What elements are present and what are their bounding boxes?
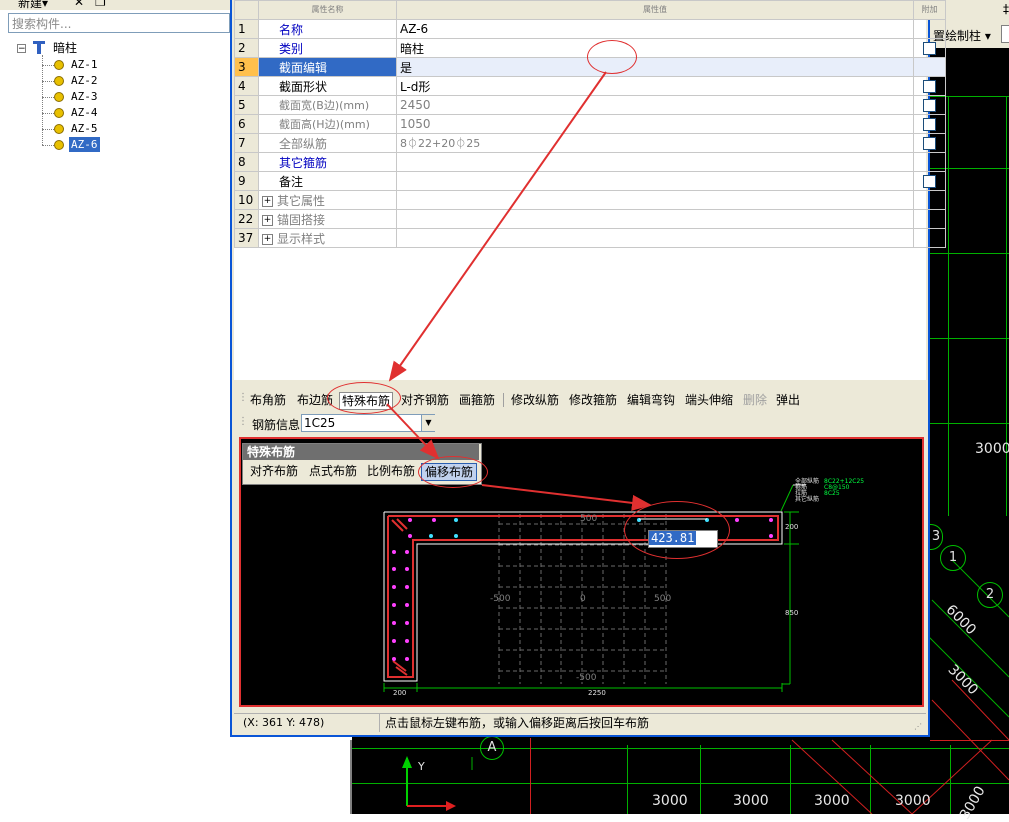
corner-rebar-button[interactable]: 布角筋 — [250, 392, 286, 408]
annotation-ellipse — [327, 382, 401, 414]
annotation-ellipse — [418, 456, 488, 488]
attach-checkbox[interactable] — [923, 42, 936, 55]
table-row[interactable]: 6 截面高(H边)(mm) 1050 — [234, 114, 946, 134]
dim-label: 3000 — [975, 441, 1009, 457]
axis-bubble: 2 — [977, 582, 1003, 608]
status-message: 点击鼠标左键布筋，或输入偏移距离后按回车布筋 — [385, 716, 650, 730]
annotation-ellipse — [587, 40, 637, 74]
component-icon — [54, 140, 64, 150]
rebar-info-label: 钢筋信息 — [252, 418, 301, 432]
chevron-down-icon[interactable]: ▼ — [421, 415, 435, 431]
dim-label: 3000 — [895, 793, 931, 809]
rebar-legend-values: 8C22+12C25 C8@150 8C25 — [824, 478, 865, 497]
header-name: 属性名称 — [258, 0, 397, 20]
edit-longitudinal-button[interactable]: 修改纵筋 — [511, 392, 559, 408]
toolbar-grip: ⋮ — [238, 416, 248, 427]
header-num — [234, 0, 259, 20]
attach-checkbox[interactable] — [923, 137, 936, 150]
annotation-ellipse — [624, 501, 730, 559]
edit-stirrup-button[interactable]: 修改箍筋 — [569, 392, 617, 408]
table-row-group[interactable]: 37 + 显示样式 — [234, 228, 946, 248]
component-icon — [54, 92, 64, 102]
component-icon — [54, 124, 64, 134]
table-row-group[interactable]: 10 + 其它属性 — [234, 190, 946, 210]
tree-item[interactable]: AZ-4 — [71, 105, 98, 120]
table-row[interactable]: 5 截面宽(B边)(mm) 2450 — [234, 95, 946, 115]
attach-checkbox[interactable] — [923, 118, 936, 131]
cursor-coords: (X: 361 Y: 478) — [243, 716, 325, 729]
grid-label: 500 — [654, 594, 672, 604]
align-rebar-button[interactable]: 对齐钢筋 — [401, 392, 449, 408]
component-icon — [54, 60, 64, 70]
tree-item-selected[interactable]: AZ-6 — [69, 137, 100, 152]
copy-icon[interactable]: ❐ — [95, 0, 106, 9]
table-row[interactable]: 4 截面形状 L-d形 — [234, 76, 946, 96]
tree-item[interactable]: AZ-3 — [71, 89, 98, 104]
grid-label: 0 — [580, 594, 586, 604]
status-divider — [379, 714, 380, 732]
dim-label: 3000 — [652, 793, 688, 809]
left-toolbar: 新建▾ ✕ ❐ — [0, 0, 232, 10]
component-icon — [54, 76, 64, 86]
table-row[interactable]: 9 备注 — [234, 171, 946, 191]
table-row-group[interactable]: 22 + 锚固搭接 — [234, 209, 946, 229]
attach-checkbox[interactable] — [923, 175, 936, 188]
ratio-placement-button[interactable]: 比例布筋 — [367, 463, 415, 479]
search-input[interactable]: 搜索构件... — [8, 13, 230, 33]
dim-label: 3000 — [733, 793, 769, 809]
tree-item[interactable]: AZ-1 — [71, 57, 98, 72]
popup-button[interactable]: 弹出 — [776, 392, 800, 408]
component-list-panel — [0, 0, 233, 814]
column-type-icon — [33, 41, 45, 55]
property-table: 属性名称 属性值 附加 1 名称 AZ-6 2 类别 暗柱 3 截面编辑 是 4… — [234, 0, 946, 248]
delete-icon[interactable]: ✕ — [74, 0, 84, 9]
component-icon — [54, 108, 64, 118]
draw-stirrup-button[interactable]: 画箍筋 — [459, 392, 495, 408]
point-placement-button[interactable]: 点式布筋 — [309, 463, 357, 479]
rebar-legend-labels: 全部纵筋 箍筋 拉筋 其它纵筋 — [795, 478, 820, 503]
axis-bubble: A — [480, 736, 504, 760]
coord-axis-y-label: Y — [418, 760, 425, 773]
dim-label-top: 200 — [785, 523, 799, 531]
delete-button[interactable]: 删除 — [743, 392, 767, 408]
panel-divider — [350, 740, 352, 814]
header-add: 附加 — [913, 0, 946, 20]
new-menu[interactable]: 新建▾ — [18, 0, 48, 10]
tree-item[interactable]: AZ-2 — [71, 73, 98, 88]
header-value: 属性值 — [396, 0, 914, 20]
toolbar-grip: ⋮ — [238, 392, 248, 403]
attach-checkbox[interactable] — [923, 99, 936, 112]
grid-label: -500 — [576, 673, 597, 683]
dim-label-bottom: 2250 — [588, 689, 606, 697]
tree-item[interactable]: AZ-5 — [71, 121, 98, 136]
table-row[interactable]: 7 全部纵筋 8⏀22+20⏀25 — [234, 133, 946, 153]
dim-label-bottom-left: 200 — [393, 689, 407, 697]
table-row[interactable]: 1 名称 AZ-6 — [234, 19, 946, 39]
expand-icon[interactable]: + — [262, 214, 273, 226]
table-row[interactable]: 8 其它箍筋 — [234, 152, 946, 172]
axis-bubble: 1 — [940, 545, 966, 571]
rebar-info-select[interactable]: 1C25 — [301, 414, 435, 432]
expand-icon[interactable]: + — [262, 195, 273, 207]
resize-grip-icon[interactable]: ⋰ — [914, 722, 922, 731]
collapse-icon[interactable]: − — [17, 44, 26, 54]
tree-root-label[interactable]: 暗柱 — [53, 41, 77, 56]
expand-icon[interactable]: + — [262, 233, 273, 245]
dim-label: 3000 — [814, 793, 850, 809]
grid-label: 500 — [580, 514, 598, 524]
end-stretch-button[interactable]: 端头伸缩 — [685, 392, 733, 408]
dim-label-right: 850 — [785, 609, 799, 617]
align-placement-button[interactable]: 对齐布筋 — [250, 463, 298, 479]
grid-label: -500 — [490, 594, 511, 604]
edit-hook-button[interactable]: 编辑弯钩 — [627, 392, 675, 408]
attach-checkbox[interactable] — [923, 80, 936, 93]
